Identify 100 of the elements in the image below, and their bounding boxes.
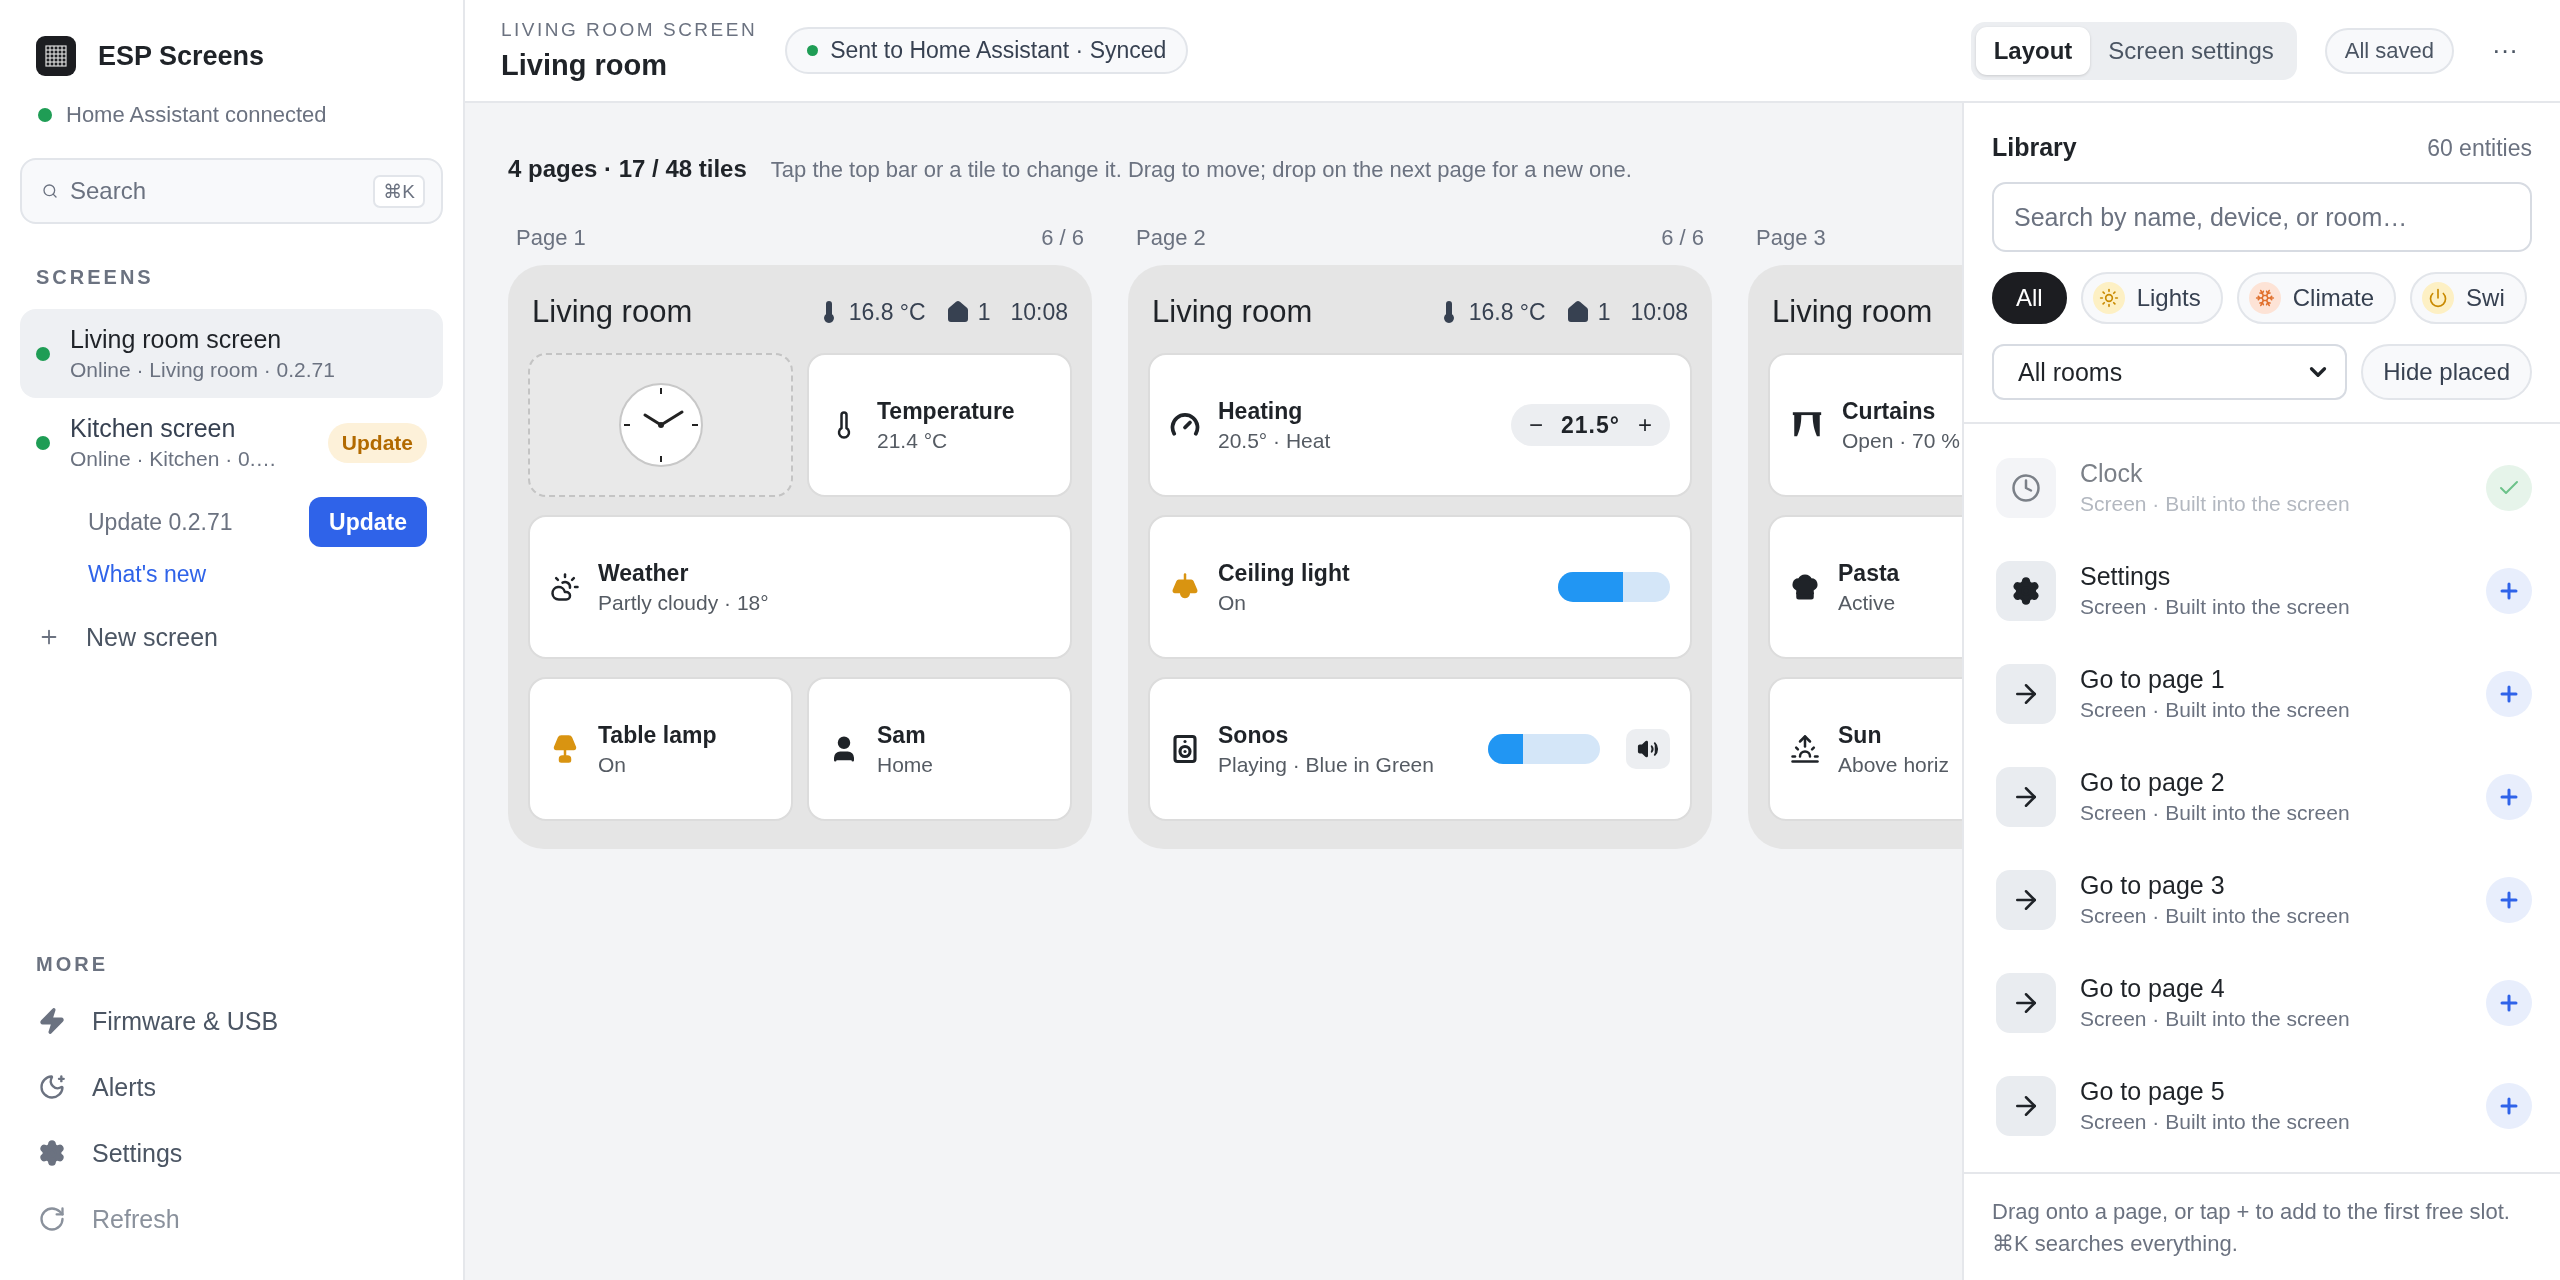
library-item[interactable]: Go to page 2 Screen · Built into the screen — [1996, 745, 2532, 848]
app-logo — [36, 36, 76, 76]
page-label: Page 2 — [1136, 225, 1206, 251]
library-search-field[interactable]: Search by name, device, or room… — [1992, 182, 2532, 252]
entity-tile[interactable]: Temperature 21.4 °C — [807, 353, 1072, 497]
screen-title: Living room — [1152, 294, 1313, 330]
screen-details: Online · Kitchen · 0.… — [70, 447, 278, 471]
screen-title: Living room — [532, 294, 693, 330]
people-home: 1 — [1597, 298, 1611, 326]
add-button[interactable] — [2486, 876, 2532, 923]
search-input[interactable]: Search — [68, 176, 364, 206]
connection-status: Home Assistant connected — [66, 102, 327, 128]
item-name: Go to page 4 — [2080, 974, 2226, 1003]
filter-chip[interactable]: Swi — [2410, 272, 2527, 324]
tile-name: Curtains — [1842, 397, 1937, 425]
tile-name: Weather — [598, 559, 690, 587]
volume-button[interactable] — [1626, 729, 1670, 769]
add-button[interactable] — [2486, 670, 2532, 717]
item-details: Screen · Built into the screen — [2080, 492, 2351, 516]
view-tab[interactable]: Layout — [1975, 26, 2091, 75]
tile-name: Pasta — [1838, 559, 1901, 587]
room-select[interactable]: All rooms — [1992, 344, 2348, 400]
page-title: Living room — [501, 49, 668, 82]
library-hint: Drag onto a page, or tap + to add to the first free slot. ⌘K searches everything. — [1964, 1172, 2560, 1280]
entity-tile[interactable]: Curtains Open · 70 % — [1768, 353, 1962, 497]
item-details: Screen · Built into the screen — [2080, 1007, 2351, 1031]
add-button[interactable] — [2486, 567, 2532, 614]
entity-tile[interactable]: Pasta Active — [1768, 515, 1962, 659]
tile-name: Ceiling light — [1218, 559, 1351, 587]
update-button[interactable]: Update — [309, 497, 427, 547]
tile-name: Sam — [877, 721, 927, 749]
decrease-button[interactable]: − — [1525, 411, 1547, 439]
more-menu-button[interactable]: ··· — [2482, 35, 2528, 66]
search-icon — [42, 183, 58, 199]
library-item[interactable]: Go to page 5 Screen · Built into the screen — [1996, 1054, 2532, 1157]
snowflake-icon — [2254, 288, 2275, 308]
new-screen-button[interactable]: New screen — [20, 604, 443, 670]
clock-icon — [2011, 472, 2041, 503]
clock-time: 10:08 — [1630, 298, 1688, 326]
speaker-volume-icon — [1637, 738, 1659, 760]
item-details: Screen · Built into the screen — [2080, 904, 2351, 928]
filter-chip[interactable]: Climate — [2236, 272, 2397, 324]
view-tab[interactable]: Screen settings — [2090, 26, 2292, 75]
settings-icon — [38, 1139, 66, 1167]
refresh-icon — [38, 1205, 66, 1233]
clock-tile[interactable] — [528, 353, 793, 497]
page-label: Page 3 — [1756, 225, 1826, 251]
add-button[interactable] — [2486, 1082, 2532, 1129]
search-field[interactable]: Search ⌘K — [20, 158, 443, 224]
screen-label: LIVING ROOM SCREEN — [501, 19, 758, 41]
item-name: Go to page 5 — [2080, 1077, 2226, 1106]
screen-name: Kitchen screen — [70, 414, 237, 443]
library-item[interactable]: Go to page 3 Screen · Built into the screen — [1996, 848, 2532, 951]
nav-item[interactable]: Settings — [20, 1120, 443, 1186]
nav-item[interactable]: Alerts — [20, 1054, 443, 1120]
entity-tile[interactable]: Sun Above horiz — [1768, 677, 1962, 821]
add-button[interactable] — [2486, 979, 2532, 1026]
setpoint-value: 21.5° — [1561, 411, 1620, 439]
entity-tile[interactable]: Table lamp On — [528, 677, 793, 821]
library-item[interactable]: Clock Screen · Built into the screen — [1996, 436, 2532, 539]
filter-chip[interactable]: All — [1992, 272, 2067, 324]
library-item[interactable]: Settings Screen · Built into the screen — [1996, 539, 2532, 642]
tile-count: 6 / 6 — [1041, 225, 1084, 251]
item-details: Screen · Built into the screen — [2080, 1110, 2351, 1134]
screen-item[interactable]: Living room screen Online · Living room · 0.2.71 — [20, 309, 443, 398]
add-button[interactable] — [2486, 773, 2532, 820]
screen-details: Online · Living room · 0.2.71 — [70, 358, 336, 382]
entity-tile[interactable]: Heating 20.5° · Heat − 21.5° + — [1148, 353, 1692, 497]
screen-title: Living room — [1772, 294, 1933, 330]
volume-slider[interactable] — [1488, 734, 1600, 764]
tile-state: On — [598, 752, 627, 777]
entity-tile[interactable]: Sam Home — [807, 677, 1072, 821]
screen-item[interactable]: Kitchen screen Online · Kitchen · 0.… Update — [20, 398, 443, 487]
filter-chip[interactable]: Lights — [2080, 272, 2223, 324]
entity-tile[interactable]: Weather Partly cloudy · 18° — [528, 515, 1072, 659]
whats-new-link[interactable]: What's new — [20, 561, 443, 588]
nav-item[interactable]: Firmware & USB — [20, 988, 443, 1054]
increase-button[interactable]: + — [1634, 411, 1656, 439]
clock-time: 10:08 — [1010, 298, 1068, 326]
update-version: Update 0.2.71 — [88, 508, 233, 536]
tile-state: 20.5° · Heat — [1218, 428, 1332, 453]
hide-placed-button[interactable]: Hide placed — [2361, 344, 2532, 400]
item-name: Settings — [2080, 562, 2172, 591]
power-icon — [2428, 288, 2449, 308]
shortcut-hint: ⌘K — [373, 174, 425, 208]
tile-name: Temperature — [877, 397, 1016, 425]
library-title: Library — [1992, 133, 2077, 162]
library-item[interactable]: Go to page 4 Screen · Built into the screen — [1996, 951, 2532, 1054]
tile-state: Active — [1838, 590, 1897, 615]
chef-hat-icon — [1790, 572, 1820, 602]
tile-state: Open · 70 % — [1842, 428, 1961, 453]
item-details: Screen · Built into the screen — [2080, 595, 2351, 619]
entity-tile[interactable]: Sonos Playing · Blue in Green — [1148, 677, 1692, 821]
item-details: Screen · Built into the screen — [2080, 801, 2351, 825]
tile-state: 21.4 °C — [877, 428, 949, 453]
brightness-slider[interactable] — [1558, 572, 1670, 602]
entity-count: 60 entities — [2427, 135, 2532, 162]
tile-state: Playing · Blue in Green — [1218, 752, 1435, 777]
entity-tile[interactable]: Ceiling light On — [1148, 515, 1692, 659]
library-item[interactable]: Go to page 1 Screen · Built into the screen — [1996, 642, 2532, 745]
